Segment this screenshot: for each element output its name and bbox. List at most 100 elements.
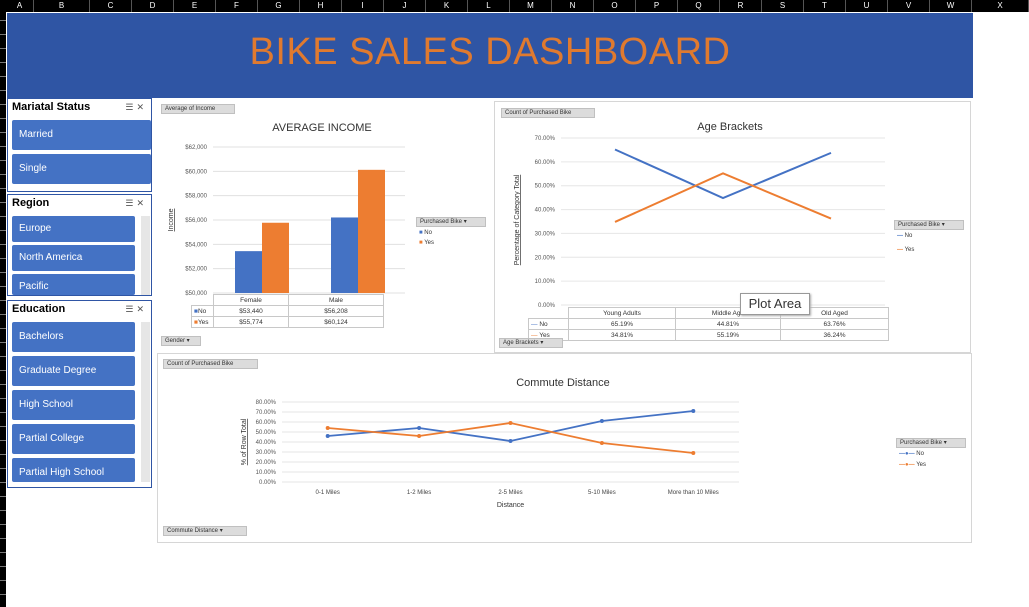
row-header-divider bbox=[0, 342, 6, 343]
column-header-h[interactable]: H bbox=[300, 0, 342, 12]
legend-field-button[interactable]: Purchased Bike ▾ bbox=[894, 220, 964, 230]
row-header-bar bbox=[0, 12, 6, 607]
table-header-female: Female bbox=[213, 294, 289, 306]
column-header-i[interactable]: I bbox=[342, 0, 384, 12]
average-income-chart[interactable]: Average of Income AVERAGE INCOME $50,000… bbox=[157, 98, 493, 350]
column-header-r[interactable]: R bbox=[720, 0, 762, 12]
row-header-divider bbox=[0, 202, 6, 203]
table-cell: 36.24% bbox=[780, 329, 889, 341]
column-header-n[interactable]: N bbox=[552, 0, 594, 12]
column-header-t[interactable]: T bbox=[804, 0, 846, 12]
column-header-m[interactable]: M bbox=[510, 0, 552, 12]
table-cell: 34.81% bbox=[568, 329, 676, 341]
column-header-q[interactable]: Q bbox=[678, 0, 720, 12]
column-header-o[interactable]: O bbox=[594, 0, 636, 12]
row-header-divider bbox=[0, 580, 6, 581]
slicer-item-single[interactable]: Single bbox=[12, 154, 151, 184]
y-axis-label: Percentage of Category Total bbox=[514, 174, 521, 265]
y-tick-label: 30.00% bbox=[256, 450, 277, 456]
age-data-table: Young Adults Middle Age Old Aged — No 65.19… bbox=[528, 307, 889, 341]
column-header-e[interactable]: E bbox=[174, 0, 216, 12]
legend-field-button[interactable]: Purchased Bike ▾ bbox=[416, 217, 486, 227]
y-axis-label: Income bbox=[168, 208, 175, 231]
row-header-divider bbox=[0, 440, 6, 441]
y-tick-label: 20.00% bbox=[535, 255, 556, 261]
column-header-v[interactable]: V bbox=[888, 0, 930, 12]
column-header-a[interactable]: A bbox=[6, 0, 34, 12]
column-header-p[interactable]: P bbox=[636, 0, 678, 12]
y-tick-label: 30.00% bbox=[535, 231, 556, 237]
axis-button-commute-distance[interactable]: Commute Distance ▾ bbox=[163, 526, 247, 536]
row-header-divider bbox=[0, 160, 6, 161]
row-header-divider bbox=[0, 552, 6, 553]
column-header-x[interactable]: X bbox=[972, 0, 1029, 12]
slicer-item-pacific[interactable]: Pacific bbox=[12, 274, 135, 295]
data-point-yes bbox=[691, 451, 696, 455]
legend-no: No bbox=[916, 451, 924, 457]
legend-yes: Yes bbox=[424, 240, 434, 246]
column-header-c[interactable]: C bbox=[90, 0, 132, 12]
slicer-item-north-america[interactable]: North America bbox=[12, 245, 135, 271]
x-tick-label: 0-1 Miles bbox=[316, 490, 340, 496]
axis-button-gender[interactable]: Gender ▾ bbox=[161, 336, 201, 346]
row-header-divider bbox=[0, 258, 6, 259]
column-header-g[interactable]: G bbox=[258, 0, 300, 12]
row-header-divider bbox=[0, 188, 6, 189]
row-header-divider bbox=[0, 384, 6, 385]
multi-select-icon[interactable]: ☰ bbox=[125, 304, 136, 314]
row-header-divider bbox=[0, 272, 6, 273]
slicer-item-europe[interactable]: Europe bbox=[12, 216, 135, 242]
slicer-title: Mariatal Status bbox=[12, 101, 91, 113]
slicer-item-bachelors[interactable]: Bachelors bbox=[12, 322, 135, 352]
y-tick-label: $54,000 bbox=[185, 242, 207, 248]
row-header-divider bbox=[0, 118, 6, 119]
slicer-scrollbar[interactable] bbox=[141, 322, 150, 482]
multi-select-icon[interactable]: ☰ bbox=[125, 198, 136, 208]
column-header-w[interactable]: W bbox=[930, 0, 972, 12]
legend-field-button[interactable]: Purchased Bike ▾ bbox=[896, 438, 966, 448]
slicer-title: Region bbox=[12, 197, 50, 209]
y-tick-label: 80.00% bbox=[256, 400, 277, 406]
y-tick-label: 60.00% bbox=[535, 160, 556, 166]
column-header-l[interactable]: L bbox=[468, 0, 510, 12]
clear-filter-icon[interactable]: ✕ bbox=[136, 102, 147, 112]
slicer-item-partial-college[interactable]: Partial College bbox=[12, 424, 135, 454]
row-header-divider bbox=[0, 538, 6, 539]
row-header-divider bbox=[0, 594, 6, 595]
y-tick-label: $60,000 bbox=[185, 169, 207, 175]
y-tick-label: 40.00% bbox=[535, 208, 556, 214]
column-header-b[interactable]: B bbox=[34, 0, 90, 12]
table-legend-yes: Yes bbox=[197, 318, 209, 326]
row-header-divider bbox=[0, 34, 6, 35]
row-header-divider bbox=[0, 412, 6, 413]
clear-filter-icon[interactable]: ✕ bbox=[136, 304, 147, 314]
slicer-item-graduate-degree[interactable]: Graduate Degree bbox=[12, 356, 135, 386]
slicer-item-partial-high-school[interactable]: Partial High School bbox=[12, 458, 135, 482]
multi-select-icon[interactable]: ☰ bbox=[125, 102, 136, 112]
slicer-item-married[interactable]: Married bbox=[12, 120, 151, 150]
clear-filter-icon[interactable]: ✕ bbox=[136, 198, 147, 208]
row-header-divider bbox=[0, 104, 6, 105]
axis-button-age-brackets[interactable]: Age Brackets ▾ bbox=[499, 338, 563, 348]
plot-area-tooltip: Plot Area bbox=[740, 293, 810, 315]
y-tick-label: 20.00% bbox=[256, 460, 277, 466]
table-legend-no: No bbox=[197, 307, 207, 315]
table-cell: 44.81% bbox=[675, 318, 781, 330]
column-header-f[interactable]: F bbox=[216, 0, 258, 12]
legend-no: No bbox=[904, 233, 913, 239]
data-point-yes bbox=[508, 421, 513, 425]
slicer-item-high-school[interactable]: High School bbox=[12, 390, 135, 420]
y-axis-label: % of Row Total bbox=[241, 418, 248, 465]
bar-no-female bbox=[235, 251, 262, 293]
column-header-s[interactable]: S bbox=[762, 0, 804, 12]
column-header-u[interactable]: U bbox=[846, 0, 888, 12]
column-header-j[interactable]: J bbox=[384, 0, 426, 12]
legend-no: No bbox=[424, 230, 432, 236]
slicer-scrollbar[interactable] bbox=[141, 216, 150, 295]
legend-yes: Yes bbox=[904, 247, 915, 253]
column-header-k[interactable]: K bbox=[426, 0, 468, 12]
column-header-d[interactable]: D bbox=[132, 0, 174, 12]
row-header-divider bbox=[0, 524, 6, 525]
x-tick-label: More than 10 Miles bbox=[668, 490, 719, 496]
commute-distance-chart[interactable]: Count of Purchased Bike Commute Distance… bbox=[157, 353, 972, 543]
